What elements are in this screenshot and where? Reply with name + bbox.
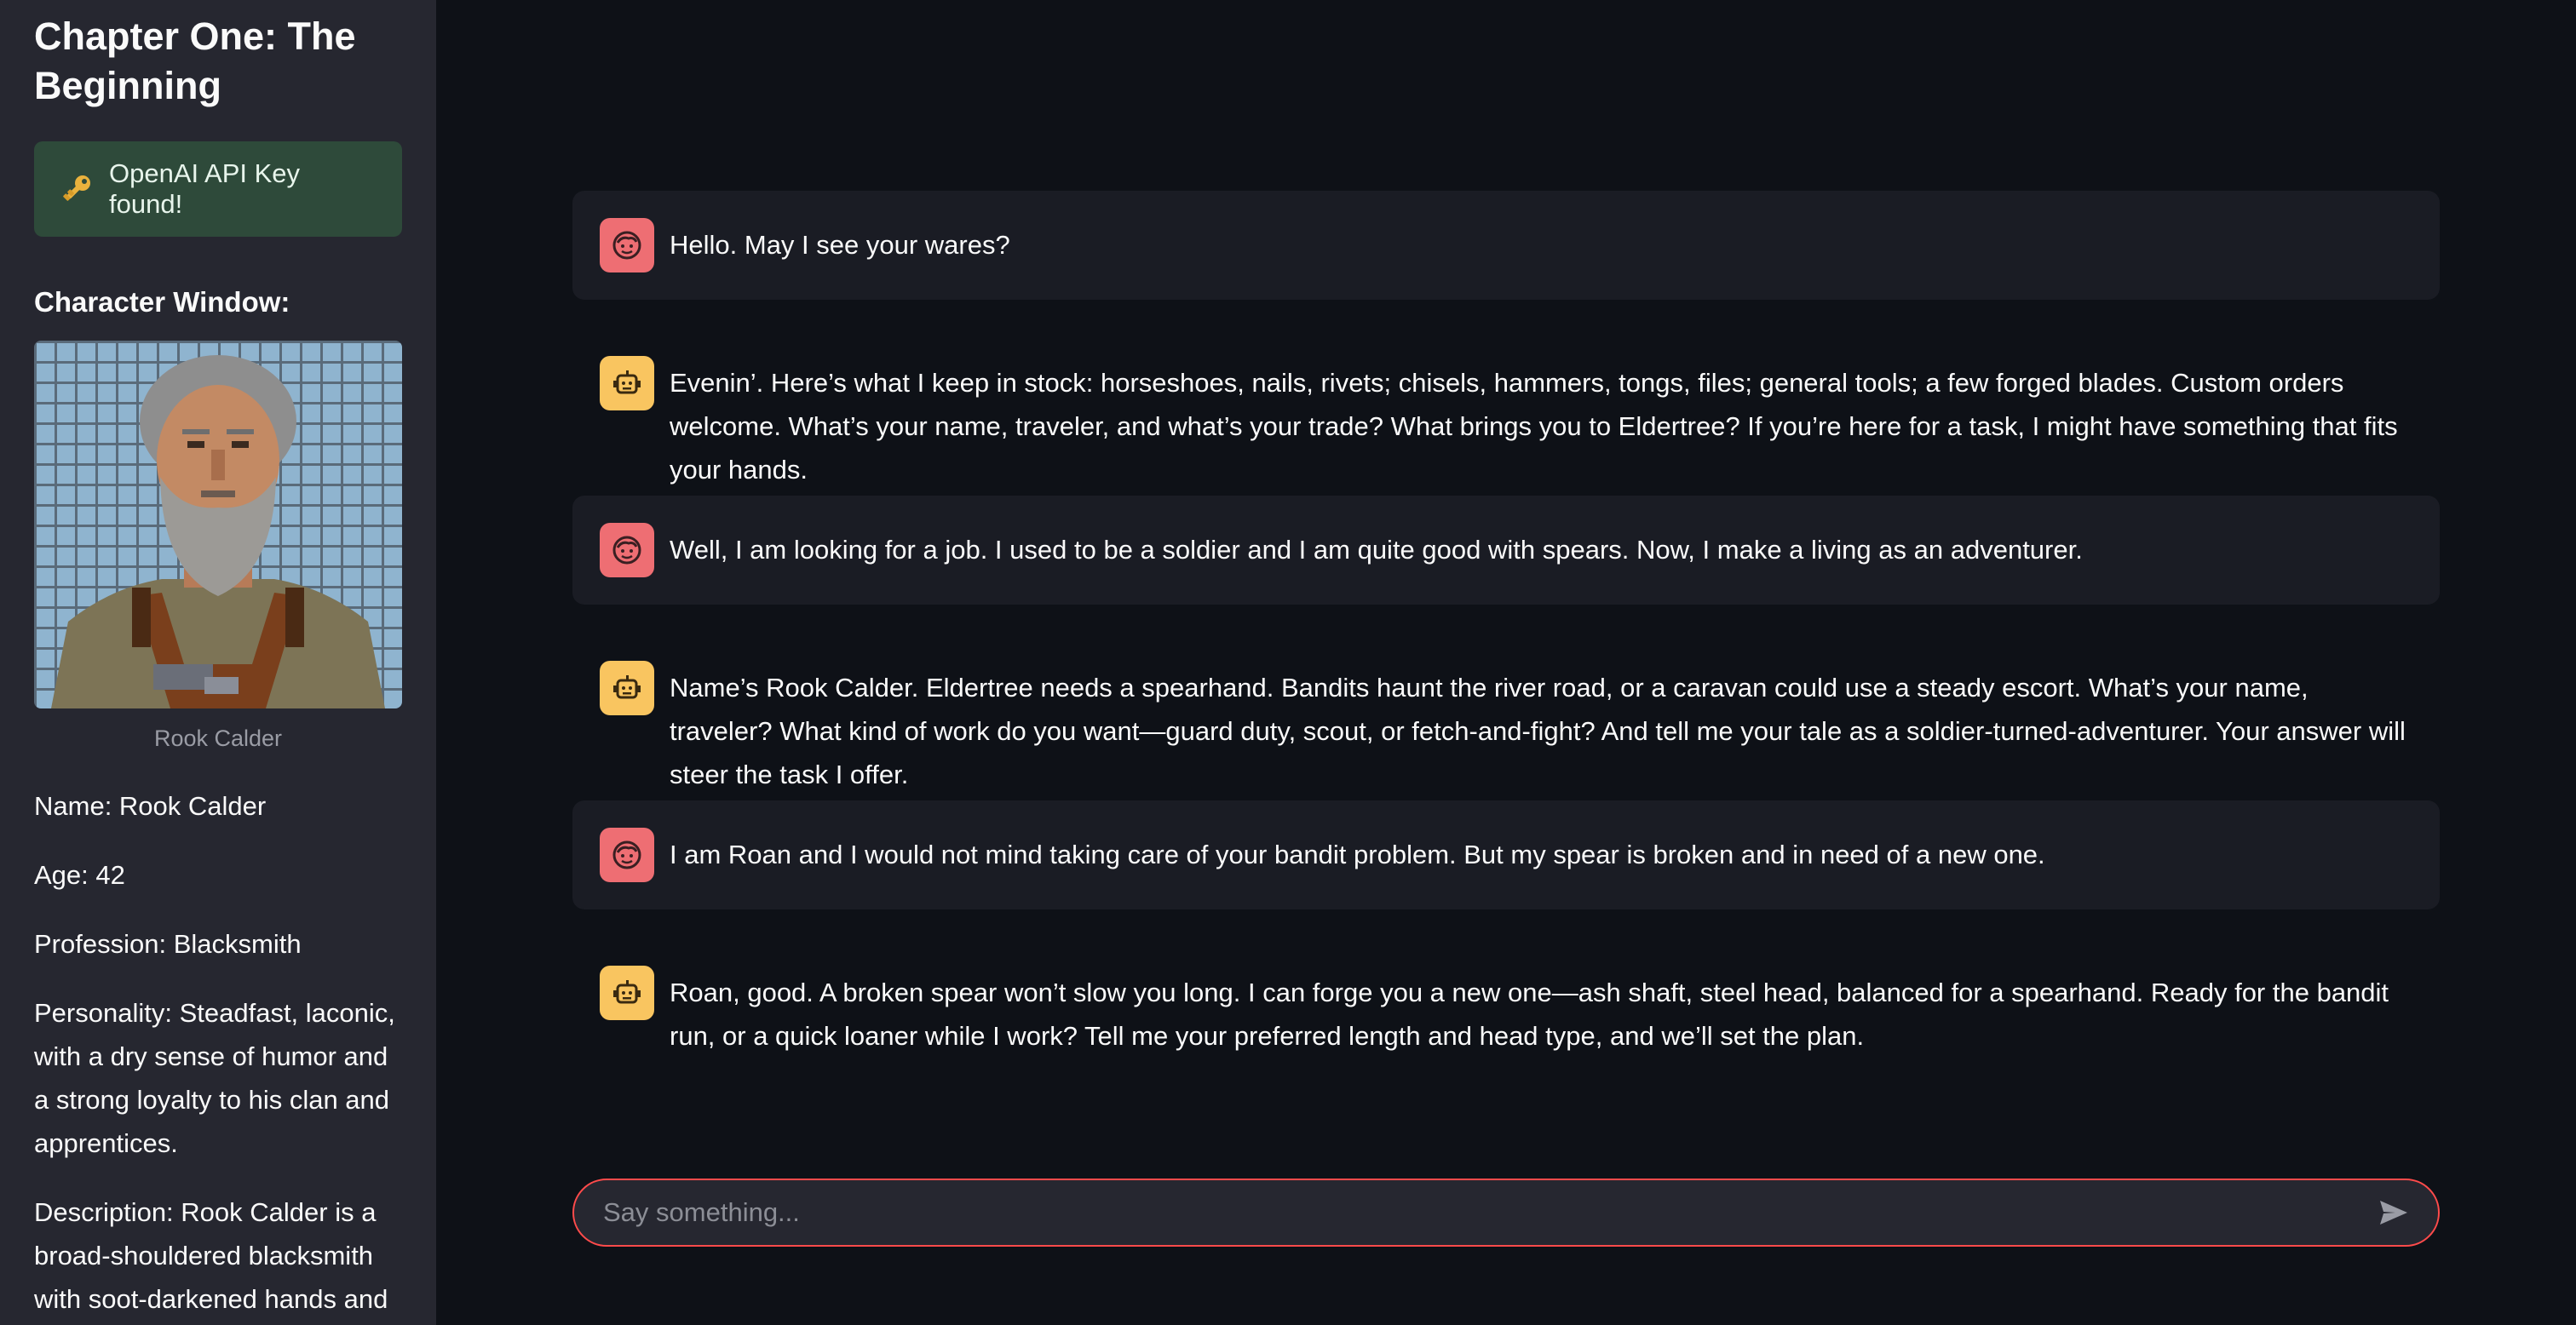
assistant-avatar	[600, 356, 654, 410]
character-personality: Personality: Steadfast, laconic, with a …	[34, 998, 395, 1158]
app-root: Chapter One: The Beginning OpenAI API Ke…	[0, 0, 2576, 1325]
assistant-avatar	[600, 661, 654, 715]
assistant-avatar	[600, 966, 654, 1020]
api-key-status-box: OpenAI API Key found!	[34, 141, 402, 237]
chat-message-user: Hello. May I see your wares?	[572, 191, 2440, 300]
api-key-status-text: OpenAI API Key found!	[109, 158, 301, 219]
message-text: Well, I am looking for a job. I used to …	[670, 535, 2083, 565]
user-avatar	[600, 523, 654, 577]
user-face-icon	[612, 536, 641, 565]
chapter-title: Chapter One: The Beginning	[34, 14, 356, 107]
character-profession: Profession: Blacksmith	[34, 929, 302, 959]
send-icon	[2380, 1201, 2407, 1225]
robot-icon	[613, 370, 641, 394]
message-text: Evenin’. Here’s what I keep in stock: ho…	[670, 368, 2398, 485]
sidebar: Chapter One: The Beginning OpenAI API Ke…	[0, 0, 436, 1325]
key-icon	[60, 172, 94, 206]
character-age: Age: 42	[34, 860, 125, 890]
chat-message-assistant: Name’s Rook Calder. Eldertree needs a sp…	[572, 649, 2440, 789]
message-text: Name’s Rook Calder. Eldertree needs a sp…	[670, 673, 2406, 789]
user-face-icon	[612, 231, 641, 260]
character-window-header: Character Window:	[34, 286, 290, 318]
message-text: I am Roan and I would not mind taking ca…	[670, 840, 2045, 869]
chat-message-user: Well, I am looking for a job. I used to …	[572, 496, 2440, 605]
robot-icon	[613, 675, 641, 699]
character-portrait	[34, 341, 402, 708]
message-text: Roan, good. A broken spear won’t slow yo…	[670, 978, 2389, 1051]
chat-message-user: I am Roan and I would not mind taking ca…	[572, 800, 2440, 909]
chat-main: Hello. May I see your wares? Evenin’. He…	[436, 0, 2576, 1325]
chat-message-assistant: Evenin’. Here’s what I keep in stock: ho…	[572, 344, 2440, 485]
message-text: Hello. May I see your wares?	[670, 230, 1010, 260]
user-face-icon	[612, 840, 641, 869]
portrait-caption: Rook Calder	[153, 726, 283, 751]
chat-input[interactable]	[601, 1196, 2375, 1229]
character-name: Name: Rook Calder	[34, 791, 267, 821]
send-button[interactable]	[2375, 1194, 2412, 1231]
character-portrait-container: Rook Calder	[34, 341, 402, 752]
user-avatar	[600, 828, 654, 882]
user-avatar	[600, 218, 654, 272]
robot-icon	[613, 980, 641, 1004]
chat-message-assistant: Roan, good. A broken spear won’t slow yo…	[572, 954, 2440, 1063]
character-description: Description: Rook Calder is a broad-shou…	[34, 1197, 388, 1314]
chat-input-container	[572, 1179, 2440, 1247]
